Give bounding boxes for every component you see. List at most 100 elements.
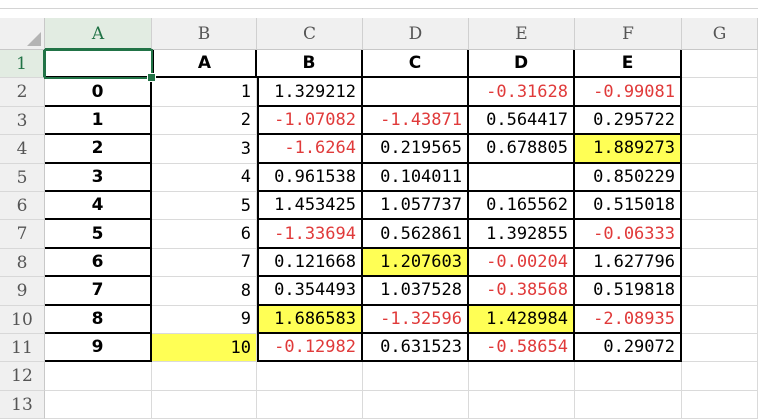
column-header-b[interactable]: B <box>152 18 257 50</box>
cell-e12[interactable] <box>469 362 575 391</box>
cell-b13[interactable] <box>152 390 257 419</box>
row-header-6[interactable]: 6 <box>0 192 45 221</box>
cell-f11[interactable]: 0.29072 <box>575 334 682 363</box>
row-header-9[interactable]: 9 <box>0 277 45 306</box>
cell-b4[interactable]: 3 <box>152 135 257 164</box>
column-header-c[interactable]: C <box>257 18 363 50</box>
cell-c12[interactable] <box>257 362 363 391</box>
cell-e10[interactable]: 1.428984 <box>469 305 575 334</box>
cell-f4[interactable]: 1.889273 <box>575 135 682 164</box>
cell-g5[interactable] <box>682 163 758 192</box>
cell-f12[interactable] <box>575 362 682 391</box>
cell-e13[interactable] <box>469 390 575 419</box>
cell-b7[interactable]: 6 <box>152 220 257 249</box>
select-all-corner[interactable] <box>0 18 45 50</box>
cell-d2[interactable] <box>363 78 469 107</box>
cell-c2[interactable]: 1.329212 <box>257 78 363 107</box>
cell-c9[interactable]: 0.354493 <box>257 277 363 306</box>
cell-g13[interactable] <box>682 390 758 419</box>
cell-e2[interactable]: -0.31628 <box>469 78 575 107</box>
cell-b1[interactable]: A <box>152 50 257 79</box>
cell-f13[interactable] <box>575 390 682 419</box>
cell-a5[interactable]: 3 <box>45 163 152 192</box>
row-header-1[interactable]: 1 <box>0 50 45 79</box>
cell-g7[interactable] <box>682 220 758 249</box>
row-header-4[interactable]: 4 <box>0 135 45 164</box>
cell-e9[interactable]: -0.38568 <box>469 277 575 306</box>
cell-c5[interactable]: 0.961538 <box>257 163 363 192</box>
row-header-8[interactable]: 8 <box>0 248 45 278</box>
cell-e5[interactable] <box>469 163 575 192</box>
row-header-13[interactable]: 13 <box>0 390 45 419</box>
cell-a7[interactable]: 5 <box>45 220 152 249</box>
row-header-5[interactable]: 5 <box>0 163 45 192</box>
cell-g8[interactable] <box>682 248 758 278</box>
cell-f10[interactable]: -2.08935 <box>575 305 682 334</box>
cell-d3[interactable]: -1.43871 <box>363 106 469 136</box>
cell-g11[interactable] <box>682 334 758 363</box>
column-header-a[interactable]: A <box>45 18 152 50</box>
cell-c8[interactable]: 0.121668 <box>257 248 363 278</box>
cell-c7[interactable]: -1.33694 <box>257 220 363 249</box>
cell-d12[interactable] <box>363 362 469 391</box>
cell-e3[interactable]: 0.564417 <box>469 106 575 136</box>
cell-a8[interactable]: 6 <box>45 248 152 278</box>
cell-d1[interactable]: C <box>363 50 469 79</box>
column-header-d[interactable]: D <box>363 18 469 50</box>
cell-b9[interactable]: 8 <box>152 277 257 306</box>
cell-c6[interactable]: 1.453425 <box>257 192 363 221</box>
cell-d11[interactable]: 0.631523 <box>363 334 469 363</box>
row-header-10[interactable]: 10 <box>0 305 45 334</box>
cell-g12[interactable] <box>682 362 758 391</box>
cell-f5[interactable]: 0.850229 <box>575 163 682 192</box>
cell-b8[interactable]: 7 <box>152 248 257 278</box>
cell-g1[interactable] <box>682 50 758 79</box>
cell-f8[interactable]: 1.627796 <box>575 248 682 278</box>
cell-d13[interactable] <box>363 390 469 419</box>
column-header-e[interactable]: E <box>469 18 575 50</box>
cell-e11[interactable]: -0.58654 <box>469 334 575 363</box>
cell-b3[interactable]: 2 <box>152 106 257 136</box>
cell-a6[interactable]: 4 <box>45 192 152 221</box>
cell-e7[interactable]: 1.392855 <box>469 220 575 249</box>
row-header-3[interactable]: 3 <box>0 106 45 136</box>
cell-g2[interactable] <box>682 78 758 107</box>
cell-d8[interactable]: 1.207603 <box>363 248 469 278</box>
cell-c10[interactable]: 1.686583 <box>257 305 363 334</box>
cell-f2[interactable]: -0.99081 <box>575 78 682 107</box>
cell-b12[interactable] <box>152 362 257 391</box>
cell-c13[interactable] <box>257 390 363 419</box>
cell-a4[interactable]: 2 <box>45 135 152 164</box>
column-header-g[interactable]: G <box>682 18 758 50</box>
cell-g10[interactable] <box>682 305 758 334</box>
cell-d7[interactable]: 0.562861 <box>363 220 469 249</box>
cell-a10[interactable]: 8 <box>45 305 152 334</box>
cell-a12[interactable] <box>45 362 152 391</box>
cell-g6[interactable] <box>682 192 758 221</box>
row-header-11[interactable]: 11 <box>0 334 45 363</box>
cell-e1[interactable]: D <box>469 50 575 79</box>
cell-a9[interactable]: 7 <box>45 277 152 306</box>
cell-d10[interactable]: -1.32596 <box>363 305 469 334</box>
cell-g4[interactable] <box>682 135 758 164</box>
cell-b2[interactable]: 1 <box>152 78 257 107</box>
cell-c11[interactable]: -0.12982 <box>257 334 363 363</box>
cell-g3[interactable] <box>682 106 758 136</box>
cell-a2[interactable]: 0 <box>45 78 152 107</box>
cell-e6[interactable]: 0.165562 <box>469 192 575 221</box>
column-header-f[interactable]: F <box>575 18 682 50</box>
cell-g9[interactable] <box>682 277 758 306</box>
cell-f7[interactable]: -0.06333 <box>575 220 682 249</box>
fill-handle[interactable] <box>147 73 156 83</box>
row-header-2[interactable]: 2 <box>0 78 45 107</box>
cell-f3[interactable]: 0.295722 <box>575 106 682 136</box>
cell-b11[interactable]: 10 <box>152 334 257 363</box>
cell-e8[interactable]: -0.00204 <box>469 248 575 278</box>
cell-b10[interactable]: 9 <box>152 305 257 334</box>
cell-b6[interactable]: 5 <box>152 192 257 221</box>
cell-a13[interactable] <box>45 390 152 419</box>
cell-a1[interactable] <box>45 50 152 79</box>
cell-d9[interactable]: 1.037528 <box>363 277 469 306</box>
cell-e4[interactable]: 0.678805 <box>469 135 575 164</box>
cell-a3[interactable]: 1 <box>45 106 152 136</box>
